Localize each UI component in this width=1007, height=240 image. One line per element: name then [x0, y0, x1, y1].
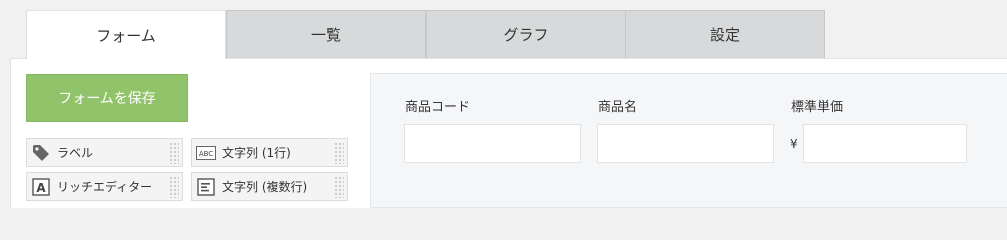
multiline-text-icon — [196, 177, 216, 197]
product-name-input[interactable] — [597, 124, 774, 163]
drag-handle[interactable] — [169, 176, 179, 198]
field-label-product-code: 商品コード — [405, 100, 471, 115]
unit-price-input[interactable] — [803, 124, 967, 163]
tab-bar: フォーム 一覧 グラフ 設定 — [26, 10, 825, 59]
tab-list[interactable]: 一覧 — [226, 10, 426, 58]
tab-settings[interactable]: 設定 — [625, 10, 825, 58]
palette-item-text: 文字列 (複数行) — [222, 180, 308, 194]
palette-item-text: ラベル — [57, 146, 94, 160]
product-code-input[interactable] — [404, 124, 581, 163]
palette-item-multi-line-text[interactable]: 文字列 (複数行) — [191, 172, 348, 201]
palette-item-label[interactable]: ラベル — [26, 138, 183, 167]
currency-prefix: ¥ — [790, 137, 798, 151]
abc-text-icon: ABC — [196, 143, 216, 163]
field-label-product-name: 商品名 — [598, 100, 638, 115]
tag-icon — [31, 143, 51, 163]
save-form-button[interactable]: フォームを保存 — [26, 74, 188, 122]
drag-handle[interactable] — [334, 142, 344, 164]
palette-item-text: 文字列 (1行) — [222, 146, 291, 160]
field-label-unit-price: 標準単価 — [791, 100, 844, 115]
rich-editor-icon: A — [31, 177, 51, 197]
drag-handle[interactable] — [169, 142, 179, 164]
svg-text:A: A — [36, 181, 46, 195]
drag-handle[interactable] — [334, 176, 344, 198]
palette-item-text: リッチエディター — [57, 180, 153, 194]
tab-form[interactable]: フォーム — [26, 10, 226, 59]
palette-item-single-line-text[interactable]: ABC 文字列 (1行) — [191, 138, 348, 167]
palette-item-rich-editor[interactable]: A リッチエディター — [26, 172, 183, 201]
svg-text:ABC: ABC — [199, 150, 213, 158]
tab-graph[interactable]: グラフ — [426, 10, 626, 58]
